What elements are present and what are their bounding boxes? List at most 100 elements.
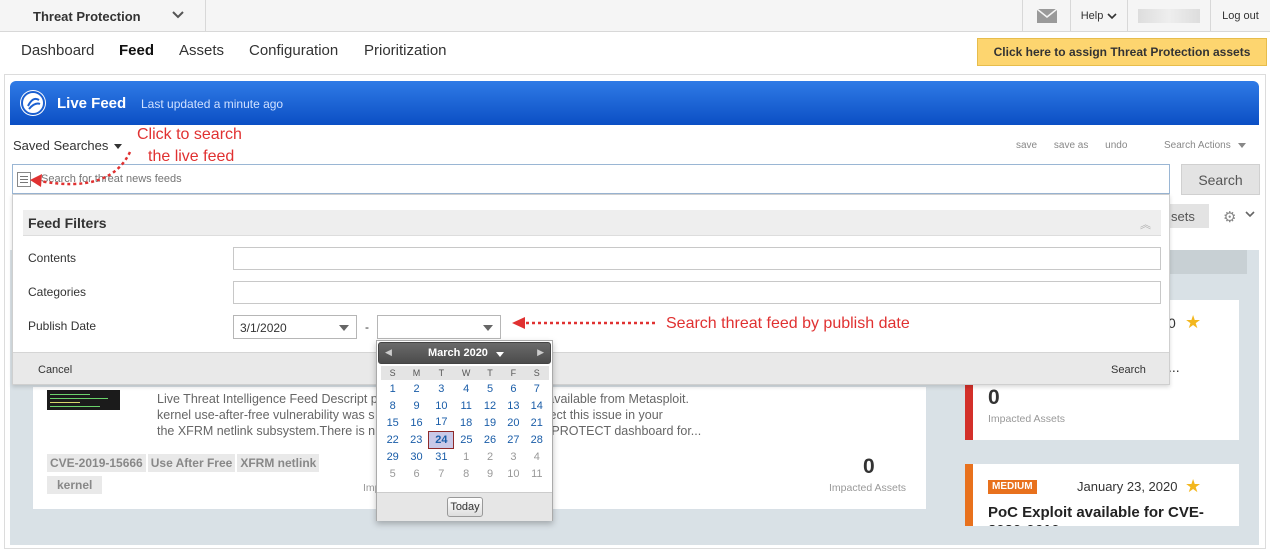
annotation-click-search-line2: the live feed — [148, 148, 235, 165]
calendar-day-other-month[interactable]: 5 — [381, 465, 404, 482]
publish-date-to[interactable] — [377, 315, 501, 339]
calendar-day[interactable]: 22 — [381, 431, 404, 448]
star-icon[interactable]: ★ — [1185, 312, 1201, 333]
mail-icon — [1036, 9, 1057, 23]
undo-link[interactable]: undo — [1105, 140, 1127, 151]
user-menu[interactable] — [1127, 0, 1210, 32]
caret-down-icon[interactable] — [496, 352, 504, 357]
calendar-day[interactable]: 26 — [478, 431, 501, 448]
calendar-day[interactable]: 8 — [381, 397, 404, 414]
prev-month-icon[interactable]: ◀ — [385, 347, 392, 358]
calendar-month-title[interactable]: March 2020 — [428, 347, 488, 359]
search-actions-menu[interactable]: Search Actions — [1164, 140, 1246, 151]
tag[interactable]: XFRM netlink — [237, 454, 320, 472]
calendar-day[interactable]: 21 — [525, 414, 548, 431]
calendar-day[interactable]: 15 — [381, 414, 404, 431]
calendar-day-other-month[interactable]: 3 — [502, 448, 525, 465]
calendar-day[interactable]: 17 — [429, 414, 454, 431]
collapse-icon[interactable]: ︽ — [1140, 216, 1151, 232]
search-button[interactable]: Search — [1181, 164, 1260, 195]
calendar-day[interactable]: 27 — [502, 431, 525, 448]
calendar-day[interactable]: 10 — [429, 397, 454, 414]
app-switcher[interactable]: Threat Protection — [0, 0, 206, 32]
calendar-day[interactable]: 4 — [454, 380, 478, 397]
calendar-day[interactable]: 11 — [454, 397, 478, 414]
categories-input[interactable] — [233, 281, 1161, 304]
calendar-day[interactable]: 31 — [429, 448, 454, 465]
calendar-day-other-month[interactable]: 4 — [525, 448, 548, 465]
calendar-day[interactable]: 14 — [525, 397, 548, 414]
calendar-day[interactable]: 18 — [454, 414, 478, 431]
categories-label: Categories — [28, 285, 87, 299]
today-button[interactable]: Today — [447, 497, 483, 517]
calendar-day[interactable]: 29 — [381, 448, 404, 465]
calendar-day[interactable]: 23 — [404, 431, 428, 448]
cancel-button[interactable]: Cancel — [38, 364, 72, 376]
calendar-day[interactable]: 20 — [502, 414, 525, 431]
dropdown-arrow-icon — [339, 325, 349, 331]
calendar-day[interactable]: 1 — [381, 380, 404, 397]
calendar-day-other-month[interactable]: 6 — [404, 465, 428, 482]
weekday-label: T — [428, 366, 454, 380]
calendar-day[interactable]: 3 — [429, 380, 454, 397]
app-title: Threat Protection — [33, 8, 141, 24]
filter-list-icon[interactable] — [17, 172, 31, 187]
calendar-day[interactable]: 13 — [502, 397, 525, 414]
tag[interactable]: Use After Free — [147, 454, 236, 472]
weekday-label: S — [525, 366, 549, 380]
search-input[interactable] — [41, 169, 1161, 189]
calendar-day-other-month[interactable]: 11 — [525, 465, 548, 482]
tag[interactable]: CVE-2019-15666 — [47, 454, 146, 472]
publish-date-from[interactable]: 3/1/2020 — [233, 315, 357, 339]
calendar-day[interactable]: 5 — [478, 380, 501, 397]
star-icon[interactable]: ★ — [1185, 476, 1201, 497]
impacted-count: 0 — [988, 386, 1000, 409]
calendar-day-other-month[interactable]: 1 — [454, 448, 478, 465]
save-as-link[interactable]: save as — [1054, 140, 1088, 151]
tab-dashboard[interactable]: Dashboard — [21, 42, 94, 59]
calendar-day[interactable]: 7 — [525, 380, 548, 397]
next-month-icon[interactable]: ▶ — [537, 347, 544, 358]
chevron-down-icon — [172, 11, 184, 19]
calendar-day[interactable]: 6 — [502, 380, 525, 397]
calendar-day[interactable]: 25 — [454, 431, 478, 448]
card-title-line2[interactable]: 2020-0610 — [988, 522, 1060, 526]
live-feed-header: Live Feed Last updated a minute ago — [10, 81, 1259, 125]
logout-button[interactable]: Log out — [1210, 0, 1270, 32]
calendar-day-today[interactable]: 24 — [428, 430, 455, 449]
calendar-day-other-month[interactable]: 7 — [429, 465, 454, 482]
calendar-day-other-month[interactable]: 9 — [478, 465, 501, 482]
calendar-day[interactable]: 30 — [404, 448, 428, 465]
threat-card[interactable]: MEDIUM January 23, 2020 ★ PoC Exploit av… — [965, 464, 1239, 526]
saved-searches-dropdown[interactable]: Saved Searches — [13, 138, 123, 153]
mail-button[interactable] — [1022, 0, 1070, 32]
assets-toggle-button[interactable]: sets — [1170, 204, 1209, 228]
calendar-day[interactable]: 2 — [404, 380, 428, 397]
calendar-day[interactable]: 16 — [404, 414, 428, 431]
calendar-day-other-month[interactable]: 2 — [478, 448, 501, 465]
help-menu[interactable]: Help — [1070, 0, 1127, 32]
impacted-label: Impacted Assets — [829, 482, 907, 494]
calendar-day[interactable]: 9 — [404, 397, 428, 414]
tab-configuration[interactable]: Configuration — [249, 42, 338, 59]
calendar-day-other-month[interactable]: 8 — [454, 465, 478, 482]
calendar-day[interactable]: 28 — [525, 431, 548, 448]
calendar-day-other-month[interactable]: 10 — [502, 465, 525, 482]
calendar-day[interactable]: 12 — [478, 397, 501, 414]
tab-feed[interactable]: Feed — [119, 42, 154, 59]
card-title[interactable]: PoC Exploit available for CVE- — [988, 504, 1204, 521]
publish-date-from-value: 3/1/2020 — [240, 321, 287, 335]
assign-assets-button[interactable]: Click here to assign Threat Protection a… — [977, 38, 1267, 66]
dropdown-arrow-icon — [483, 325, 493, 331]
chevron-down-icon[interactable] — [1245, 211, 1255, 218]
filters-search-button[interactable]: Search — [1111, 364, 1146, 376]
search-links: save save as undo — [1016, 140, 1141, 151]
feed-filters-header: Feed Filters ︽ — [23, 210, 1161, 236]
tab-assets[interactable]: Assets — [179, 42, 224, 59]
calendar-day[interactable]: 19 — [478, 414, 501, 431]
tab-prioritization[interactable]: Prioritization — [364, 42, 447, 59]
save-link[interactable]: save — [1016, 140, 1037, 151]
gear-icon[interactable]: ⚙ — [1223, 208, 1236, 226]
tag[interactable]: kernel — [47, 476, 103, 494]
contents-input[interactable] — [233, 247, 1161, 270]
